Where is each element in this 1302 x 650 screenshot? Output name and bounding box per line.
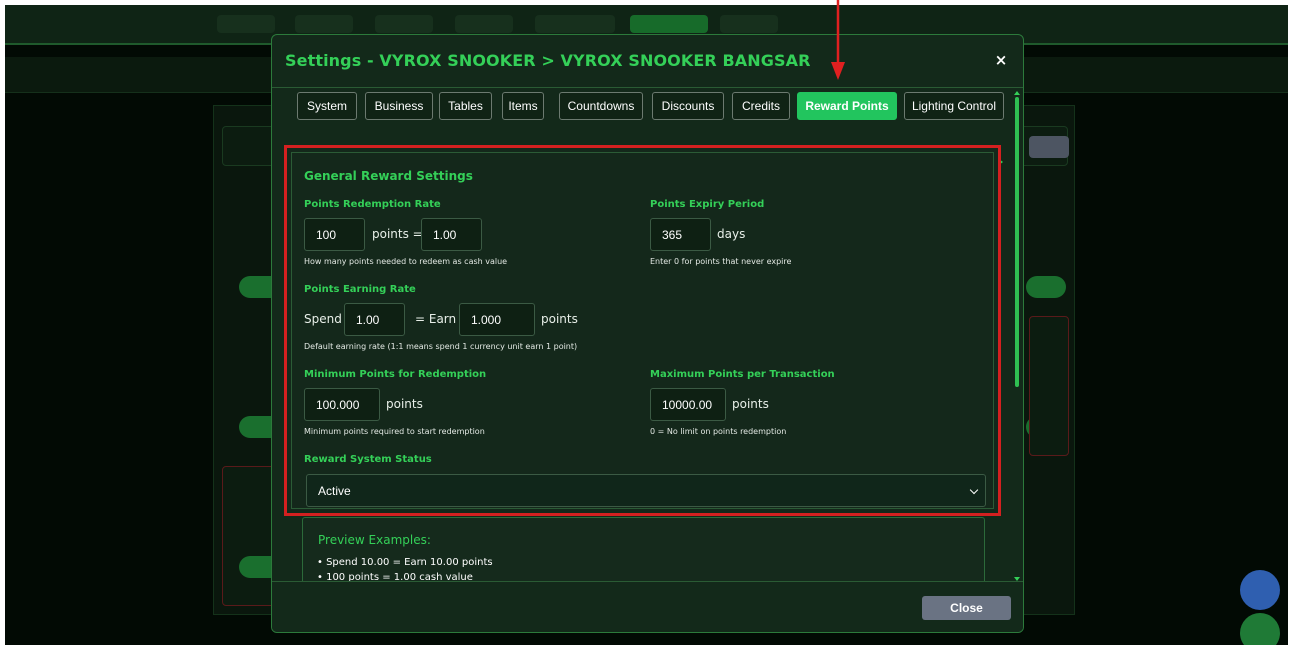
header-divider — [272, 87, 1023, 88]
scroll-up-icon[interactable] — [1014, 91, 1020, 95]
expiry-period-label: Points Expiry Period — [650, 199, 765, 210]
spend-amount-input[interactable]: 1.00 — [344, 303, 405, 336]
min-points-hint: Minimum points required to start redempt… — [304, 427, 485, 436]
chat-fab — [1240, 613, 1280, 645]
max-points-label: Maximum Points per Transaction — [650, 369, 835, 380]
background-nav-item — [295, 15, 353, 33]
background-nav-item — [217, 15, 275, 33]
close-button[interactable]: Close — [922, 596, 1011, 620]
expiry-hint: Enter 0 for points that never expire — [650, 257, 792, 266]
tab-reward-points[interactable]: Reward Points — [797, 92, 897, 120]
background-button — [1029, 136, 1069, 158]
red-arrow-icon — [831, 0, 845, 80]
earning-rate-hint: Default earning rate (1:1 means spend 1 … — [304, 342, 578, 351]
status-selected-value: Active — [318, 483, 351, 498]
max-points-hint: 0 = No limit on points redemption — [650, 427, 787, 436]
points-equals-text: points = — [372, 227, 423, 241]
tab-countdowns[interactable]: Countdowns — [559, 92, 643, 120]
redemption-rate-hint: How many points needed to redeem as cash… — [304, 257, 508, 266]
redemption-rate-label: Points Redemption Rate — [304, 199, 441, 210]
max-points-unit: points — [732, 397, 769, 411]
help-fab — [1240, 570, 1280, 610]
modal-vertical-scrollbar[interactable] — [1013, 91, 1021, 581]
min-points-label: Minimum Points for Redemption — [304, 369, 487, 380]
scrollbar-thumb[interactable] — [1015, 97, 1019, 387]
background-nav-item — [535, 15, 615, 33]
tab-items[interactable]: Items — [502, 92, 544, 120]
modal-footer: Close — [272, 582, 1023, 632]
redemption-cash-input[interactable]: 1.00 — [421, 218, 482, 251]
preview-title: Preview Examples: — [318, 533, 431, 547]
section-title: General Reward Settings — [304, 169, 473, 183]
status-label: Reward System Status — [304, 454, 432, 465]
min-points-unit: points — [386, 397, 423, 411]
redemption-points-input[interactable]: 100 — [304, 218, 365, 251]
background-button — [1026, 276, 1066, 298]
close-icon[interactable]: × — [993, 52, 1009, 68]
tab-system[interactable]: System — [297, 92, 357, 120]
expiry-days-input[interactable]: 365 — [650, 218, 711, 251]
earn-text: = Earn — [415, 312, 457, 326]
settings-modal: Settings - VYROX SNOOKER > VYROX SNOOKER… — [271, 34, 1024, 633]
background-nav-item-active — [630, 15, 708, 33]
earning-rate-label: Points Earning Rate — [304, 284, 416, 295]
reward-status-select[interactable]: Active — [306, 474, 986, 507]
tab-lighting-control[interactable]: Lighting Control — [904, 92, 1004, 120]
modal-title: Settings - VYROX SNOOKER > VYROX SNOOKER… — [285, 51, 811, 70]
background-nav-item — [455, 15, 513, 33]
general-reward-settings-panel: General Reward Settings Points Redemptio… — [284, 145, 1001, 516]
spend-text: Spend — [304, 312, 342, 326]
background-nav-item — [375, 15, 433, 33]
chevron-down-icon — [969, 485, 979, 495]
tab-discounts[interactable]: Discounts — [652, 92, 724, 120]
earn-unit-text: points — [541, 312, 578, 326]
tab-credits[interactable]: Credits — [732, 92, 790, 120]
earn-points-input[interactable]: 1.000 — [459, 303, 535, 336]
tab-tables[interactable]: Tables — [439, 92, 492, 120]
min-points-input[interactable]: 100.000 — [304, 388, 380, 421]
tab-business[interactable]: Business — [365, 92, 433, 120]
expiry-unit-text: days — [717, 227, 746, 241]
max-points-input[interactable]: 10000.00 — [650, 388, 726, 421]
background-card — [1029, 316, 1069, 456]
background-nav-item — [720, 15, 778, 33]
preview-line: • Spend 10.00 = Earn 10.00 points — [317, 557, 493, 568]
